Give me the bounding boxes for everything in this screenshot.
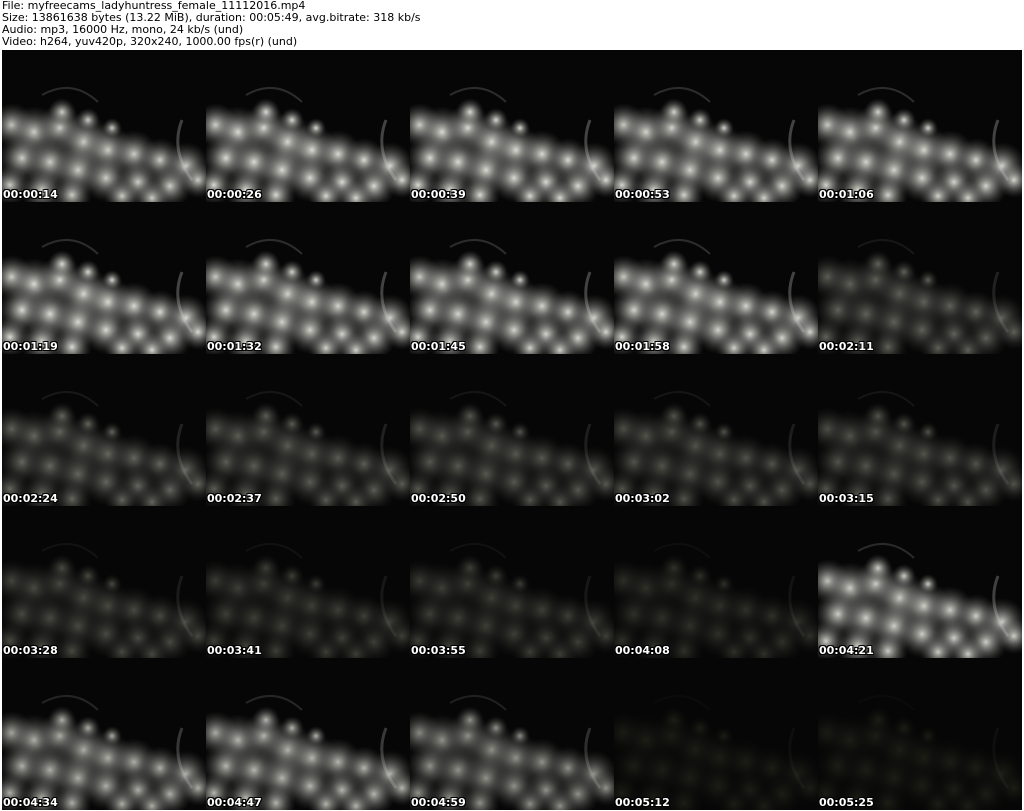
frame-timestamp: 00:03:55 [411,644,466,657]
frame-image [2,658,206,810]
frame-timestamp: 00:00:39 [411,188,466,201]
frame-timestamp: 00:04:34 [3,796,58,809]
frame-image [410,658,614,810]
frame-image [206,354,410,506]
frame-timestamp: 00:00:53 [615,188,670,201]
video-frame-thumbnail: 00:01:45 [410,202,614,354]
frame-image [614,50,818,202]
video-frame-thumbnail: 00:04:47 [206,658,410,810]
frame-image [818,202,1022,354]
video-frame-thumbnail: 00:01:58 [614,202,818,354]
video-frame-thumbnail: 00:03:15 [818,354,1022,506]
file-info-header: File: myfreecams_ladyhuntress_female_111… [2,0,1022,50]
frame-image [818,506,1022,658]
video-frame-thumbnail: 00:02:11 [818,202,1022,354]
frame-timestamp: 00:01:19 [3,340,58,353]
frame-timestamp: 00:01:45 [411,340,466,353]
video-frame-thumbnail: 00:03:28 [2,506,206,658]
frame-timestamp: 00:05:25 [819,796,874,809]
frame-timestamp: 00:01:06 [819,188,874,201]
frame-image [2,506,206,658]
video-frame-thumbnail: 00:04:08 [614,506,818,658]
frame-image [2,50,206,202]
frame-timestamp: 00:03:02 [615,492,670,505]
frame-timestamp: 00:04:47 [207,796,262,809]
video-frame-thumbnail: 00:03:41 [206,506,410,658]
thumbnail-grid: 00:00:14 00:00:26 00:00:39 00:00:53 00:01:06… [2,50,1022,811]
frame-timestamp: 00:03:28 [3,644,58,657]
video-frame-thumbnail: 00:05:12 [614,658,818,810]
video-frame-thumbnail: 00:00:53 [614,50,818,202]
video-frame-thumbnail: 00:03:55 [410,506,614,658]
frame-timestamp: 00:02:24 [3,492,58,505]
video-frame-thumbnail: 00:01:06 [818,50,1022,202]
frame-image [614,202,818,354]
frame-image [818,658,1022,810]
video-frame-thumbnail: 00:01:32 [206,202,410,354]
frame-image [206,658,410,810]
video-frame-thumbnail: 00:04:21 [818,506,1022,658]
frame-image [206,50,410,202]
frame-image [410,506,614,658]
video-frame-thumbnail: 00:00:39 [410,50,614,202]
frame-image [614,658,818,810]
frame-image [614,354,818,506]
frame-timestamp: 00:02:50 [411,492,466,505]
video-info-line: Video: h264, yuv420p, 320x240, 1000.00 f… [2,35,298,48]
frame-timestamp: 00:01:58 [615,340,670,353]
frame-image [818,354,1022,506]
frame-image [2,354,206,506]
video-frame-thumbnail: 00:01:19 [2,202,206,354]
video-frame-thumbnail: 00:00:26 [206,50,410,202]
frame-timestamp: 00:05:12 [615,796,670,809]
frame-timestamp: 00:03:41 [207,644,262,657]
video-frame-thumbnail: 00:02:24 [2,354,206,506]
video-frame-thumbnail: 00:02:50 [410,354,614,506]
frame-timestamp: 00:02:11 [819,340,874,353]
frame-image [410,354,614,506]
frame-timestamp: 00:00:26 [207,188,262,201]
video-frame-thumbnail: 00:04:34 [2,658,206,810]
frame-timestamp: 00:01:32 [207,340,262,353]
video-frame-thumbnail: 00:00:14 [2,50,206,202]
frame-timestamp: 00:02:37 [207,492,262,505]
frame-image [614,506,818,658]
video-frame-thumbnail: 00:02:37 [206,354,410,506]
frame-image [2,202,206,354]
frame-image [410,202,614,354]
frame-timestamp: 00:04:21 [819,644,874,657]
frame-image [206,506,410,658]
frame-timestamp: 00:04:59 [411,796,466,809]
video-frame-thumbnail: 00:03:02 [614,354,818,506]
frame-timestamp: 00:04:08 [615,644,670,657]
frame-image [206,202,410,354]
video-frame-thumbnail: 00:04:59 [410,658,614,810]
frame-image [818,50,1022,202]
frame-image [410,50,614,202]
video-frame-thumbnail: 00:05:25 [818,658,1022,810]
frame-timestamp: 00:00:14 [3,188,58,201]
frame-timestamp: 00:03:15 [819,492,874,505]
